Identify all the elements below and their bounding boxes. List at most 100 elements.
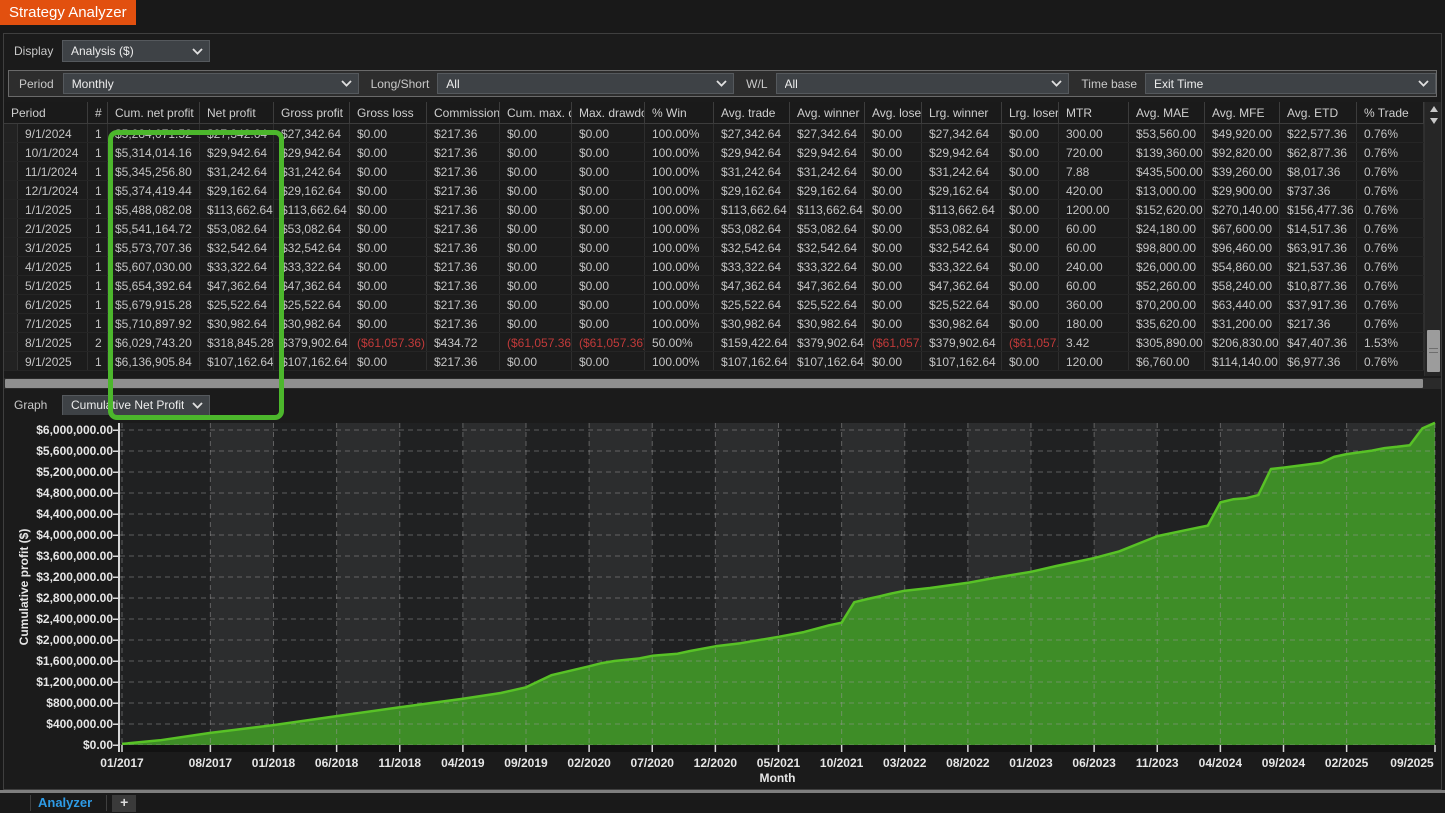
cell[interactable]: 0.76% [1357, 238, 1424, 256]
cell[interactable]: $5,573,707.36 [108, 238, 200, 256]
cell[interactable]: $0.00 [350, 219, 427, 237]
cell[interactable]: $29,162.64 [274, 181, 350, 199]
column-header[interactable]: # [88, 102, 108, 123]
cell[interactable]: 1 [88, 124, 108, 142]
cell[interactable]: $0.00 [1002, 219, 1059, 237]
cell[interactable]: 10/1/2024 [18, 143, 88, 161]
cell[interactable]: $29,942.64 [922, 143, 1002, 161]
column-header[interactable]: Gross loss [350, 102, 427, 123]
cell[interactable]: $62,877.36 [1280, 143, 1357, 161]
cell[interactable]: 0.76% [1357, 200, 1424, 218]
cell[interactable]: 100.00% [645, 124, 714, 142]
cell[interactable]: $33,322.64 [200, 257, 274, 275]
cell[interactable]: $92,820.00 [1205, 143, 1280, 161]
cell[interactable]: $32,542.64 [714, 238, 790, 256]
grid-vertical-scrollbar[interactable] [1424, 102, 1441, 376]
cell[interactable]: $0.00 [350, 314, 427, 332]
cell[interactable]: 300.00 [1059, 124, 1129, 142]
cell[interactable]: $0.00 [865, 219, 922, 237]
cell[interactable]: $0.00 [572, 162, 645, 180]
cell[interactable]: $26,000.00 [1129, 257, 1205, 275]
graph-dropdown[interactable]: Cumulative Net Profit [62, 394, 210, 416]
cell[interactable]: $5,345,256.80 [108, 162, 200, 180]
cell[interactable]: $0.00 [1002, 143, 1059, 161]
cell[interactable]: $53,082.64 [274, 219, 350, 237]
cell[interactable]: $0.00 [500, 295, 572, 313]
analyzer-tab[interactable]: Analyzer [31, 795, 106, 812]
table-row[interactable]: 8/1/2025 2 $6,029,743.20 $318,845.28 $379,90… [4, 333, 1441, 352]
cell[interactable]: $0.00 [572, 352, 645, 370]
cell[interactable]: $0.00 [1002, 352, 1059, 370]
column-header[interactable]: Cum. max. drawdown [500, 102, 572, 123]
cell[interactable]: $217.36 [427, 143, 500, 161]
column-header[interactable]: Avg. ETD [1280, 102, 1357, 123]
cell[interactable]: 3.42 [1059, 333, 1129, 351]
cell[interactable]: 8/1/2025 [18, 333, 88, 351]
cell[interactable]: $0.00 [572, 143, 645, 161]
display-dropdown[interactable]: Analysis ($) [62, 40, 210, 62]
add-tab-button[interactable]: + [112, 794, 137, 812]
cell[interactable]: $0.00 [1002, 238, 1059, 256]
cell[interactable]: 240.00 [1059, 257, 1129, 275]
column-header[interactable]: % Win [645, 102, 714, 123]
cell[interactable]: ($61,057.36) [350, 333, 427, 351]
column-header[interactable]: Commission [427, 102, 500, 123]
cell[interactable]: 1 [88, 200, 108, 218]
cell[interactable]: 4/1/2025 [18, 257, 88, 275]
cell[interactable]: $27,342.64 [714, 124, 790, 142]
cell[interactable]: 100.00% [645, 219, 714, 237]
cell[interactable]: $0.00 [350, 162, 427, 180]
cell[interactable]: ($61,057.36) [500, 333, 572, 351]
cell[interactable]: $107,162.64 [714, 352, 790, 370]
table-row[interactable]: 1/1/2025 1 $5,488,082.08 $113,662.64 $113,66… [4, 200, 1441, 219]
cell[interactable]: $0.00 [572, 219, 645, 237]
cell[interactable]: $0.00 [865, 162, 922, 180]
cell[interactable]: $6,760.00 [1129, 352, 1205, 370]
cell[interactable]: $31,242.64 [714, 162, 790, 180]
cell[interactable]: $0.00 [500, 314, 572, 332]
table-row[interactable]: 6/1/2025 1 $5,679,915.28 $25,522.64 $25,522.… [4, 295, 1441, 314]
cell[interactable]: $31,242.64 [790, 162, 865, 180]
cell[interactable]: 1 [88, 276, 108, 294]
cell[interactable]: $0.00 [500, 219, 572, 237]
cell[interactable]: 120.00 [1059, 352, 1129, 370]
cell[interactable]: 100.00% [645, 352, 714, 370]
cell[interactable]: ($61,057.36) [572, 333, 645, 351]
cell[interactable]: $0.00 [350, 143, 427, 161]
cell[interactable]: $0.00 [500, 162, 572, 180]
cell[interactable]: 0.76% [1357, 276, 1424, 294]
cell[interactable]: 0.76% [1357, 181, 1424, 199]
cell[interactable]: $53,082.64 [790, 219, 865, 237]
cell[interactable]: $54,860.00 [1205, 257, 1280, 275]
cell[interactable]: $0.00 [572, 257, 645, 275]
cell[interactable]: $107,162.64 [200, 352, 274, 370]
cell[interactable]: $31,242.64 [200, 162, 274, 180]
cell[interactable]: 11/1/2024 [18, 162, 88, 180]
cell[interactable]: $0.00 [350, 124, 427, 142]
cell[interactable]: $434.72 [427, 333, 500, 351]
cell[interactable]: $217.36 [427, 181, 500, 199]
cell[interactable]: $0.00 [1002, 124, 1059, 142]
cell[interactable]: $30,982.64 [200, 314, 274, 332]
cell[interactable]: $30,982.64 [274, 314, 350, 332]
cell[interactable]: ($61,057.36) [865, 333, 922, 351]
cell[interactable]: $29,942.64 [274, 143, 350, 161]
cell[interactable]: $5,710,897.92 [108, 314, 200, 332]
period-dropdown[interactable]: Monthly [62, 73, 359, 94]
cell[interactable]: $70,200.00 [1129, 295, 1205, 313]
column-header[interactable]: Avg. MFE [1205, 102, 1280, 123]
table-row[interactable]: 2/1/2025 1 $5,541,164.72 $53,082.64 $53,082.… [4, 219, 1441, 238]
cell[interactable]: 7/1/2025 [18, 314, 88, 332]
cell[interactable]: $0.00 [865, 181, 922, 199]
cell[interactable]: $0.00 [572, 124, 645, 142]
cell[interactable]: $217.36 [427, 295, 500, 313]
cell[interactable]: $0.00 [350, 181, 427, 199]
cell[interactable]: $139,360.00 [1129, 143, 1205, 161]
cell[interactable]: $0.00 [500, 124, 572, 142]
cell[interactable]: $217.36 [427, 314, 500, 332]
cell[interactable]: $0.00 [865, 200, 922, 218]
cell[interactable]: 100.00% [645, 295, 714, 313]
cell[interactable]: $379,902.64 [922, 333, 1002, 351]
cell[interactable]: 1 [88, 314, 108, 332]
cell[interactable]: $159,422.64 [714, 333, 790, 351]
